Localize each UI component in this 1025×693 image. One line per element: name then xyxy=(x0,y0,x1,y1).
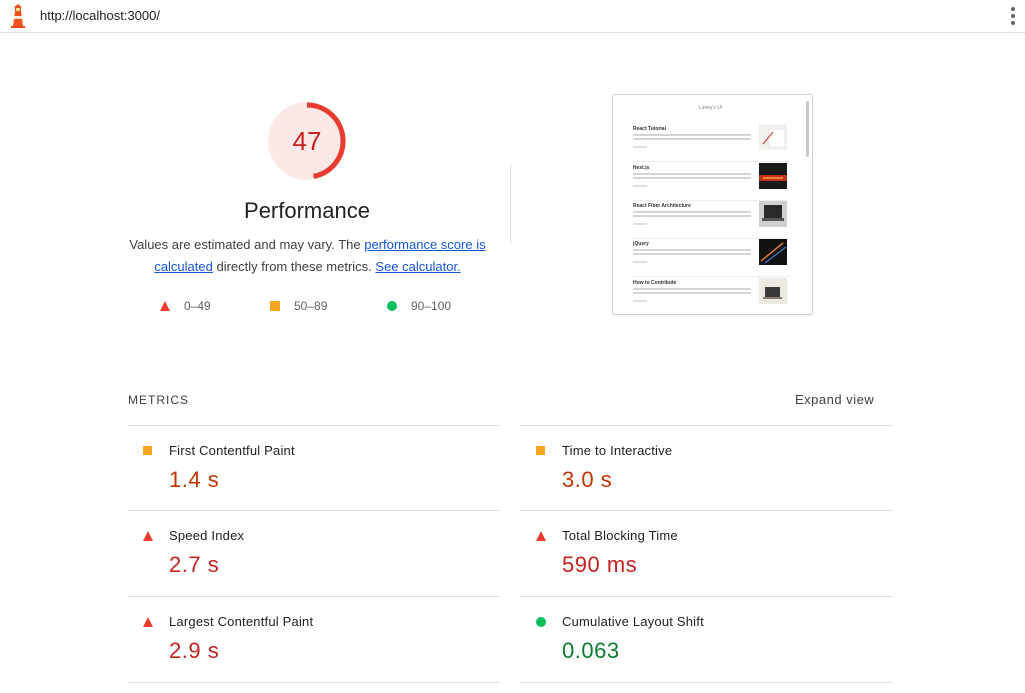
metric-name: Largest Contentful Paint xyxy=(169,614,314,629)
metric-value: 0.063 xyxy=(562,638,620,663)
metric-value: 1.4 s xyxy=(169,467,220,492)
metrics-header: METRICS xyxy=(128,393,189,407)
description-text-2: directly from these metrics. xyxy=(212,259,376,274)
screenshot-item-title: React Tutorial xyxy=(633,126,666,132)
screenshot-list-item: React Tutorial xyxy=(633,124,789,162)
metrics-bottom-divider xyxy=(520,682,893,683)
performance-title: Performance xyxy=(244,198,370,223)
red-triangle-icon xyxy=(143,617,153,627)
orange-square-icon xyxy=(143,446,152,455)
metric-time-to-interactive: Time to Interactive 3.0 s xyxy=(520,425,893,511)
metric-value: 3.0 s xyxy=(562,467,613,492)
orange-square-icon xyxy=(270,301,280,311)
legend-fail: 0–49 xyxy=(160,298,211,314)
metric-name: First Contentful Paint xyxy=(169,443,295,458)
screenshot-title: Laney's UI xyxy=(698,105,723,111)
screenshot-item-title: React Fiber Architecture xyxy=(633,203,691,209)
see-calculator-link[interactable]: See calculator. xyxy=(375,259,460,274)
metric-value: 590 ms xyxy=(562,552,638,577)
keyboard-image-icon xyxy=(759,163,787,189)
performance-gauge: 47 xyxy=(266,100,348,182)
performance-description: Values are estimated and may vary. The p… xyxy=(120,234,495,278)
description-text: Values are estimated and may vary. The xyxy=(129,237,365,252)
metric-value: 2.9 s xyxy=(169,638,220,663)
metric-name: Cumulative Layout Shift xyxy=(562,614,704,629)
performance-score: 47 xyxy=(292,126,322,156)
metric-name: Total Blocking Time xyxy=(562,528,678,543)
lighthouse-logo-icon xyxy=(11,4,25,28)
metric-first-contentful-paint: First Contentful Paint 1.4 s xyxy=(127,425,500,511)
metric-cumulative-layout-shift: Cumulative Layout Shift 0.063 xyxy=(520,596,893,682)
code-screen-image-icon xyxy=(759,239,787,265)
red-triangle-icon xyxy=(536,531,546,541)
metric-total-blocking-time: Total Blocking Time 590 ms xyxy=(520,510,893,596)
screenshot-list-item: React Fiber Architecture xyxy=(633,201,789,239)
green-circle-icon xyxy=(536,617,546,627)
legend-label: 50–89 xyxy=(294,299,328,313)
vertical-divider xyxy=(510,165,511,243)
metric-value: 2.7 s xyxy=(169,552,220,577)
notebook-image-icon xyxy=(759,124,787,150)
screenshot-list-item: Next.js xyxy=(633,163,789,201)
screenshot-item-title: Next.js xyxy=(633,165,650,171)
metrics-bottom-divider xyxy=(127,682,500,683)
green-circle-icon xyxy=(387,301,397,311)
red-triangle-icon xyxy=(143,531,153,541)
expand-view-button[interactable]: Expand view xyxy=(795,392,874,407)
top-bar: http://localhost:3000/ xyxy=(0,0,1025,33)
laptop-image-icon xyxy=(759,201,787,227)
screenshot-scrollbar xyxy=(806,101,809,157)
metric-name: Speed Index xyxy=(169,528,245,543)
metric-largest-contentful-paint: Largest Contentful Paint 2.9 s xyxy=(127,596,500,682)
screenshot-list-item: jQuery xyxy=(633,239,789,277)
metric-name: Time to Interactive xyxy=(562,443,673,458)
legend-label: 0–49 xyxy=(184,299,211,313)
orange-square-icon xyxy=(536,446,545,455)
red-triangle-icon xyxy=(160,301,170,311)
metric-speed-index: Speed Index 2.7 s xyxy=(127,510,500,596)
page-url: http://localhost:3000/ xyxy=(40,8,160,23)
legend-pass: 90–100 xyxy=(387,298,451,314)
legend-average: 50–89 xyxy=(270,298,327,314)
screenshot-list-item: How to Contribute xyxy=(633,278,789,314)
legend-label: 90–100 xyxy=(411,299,452,313)
screenshot-item-title: How to Contribute xyxy=(633,280,677,286)
screenshot-item-title: jQuery xyxy=(633,241,649,247)
final-screenshot[interactable]: Laney's UI React Tutorial Next.js React … xyxy=(612,94,813,315)
desk-image-icon xyxy=(759,278,787,304)
more-menu-icon[interactable] xyxy=(1007,6,1019,26)
